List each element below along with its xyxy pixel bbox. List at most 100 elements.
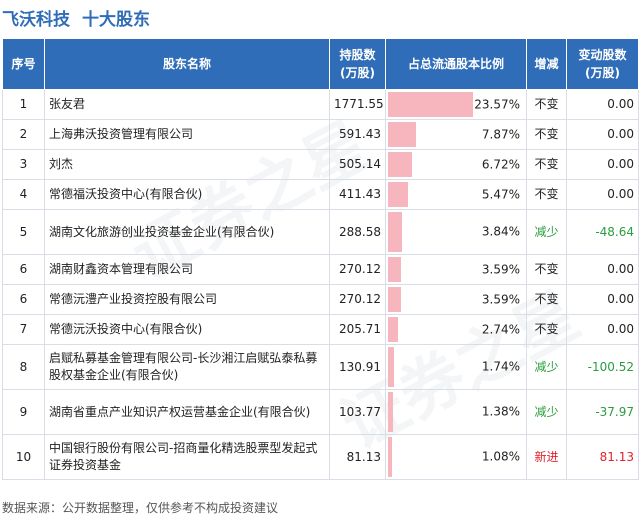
col-header-ratio: 占总流通股本比例 xyxy=(385,38,527,90)
delta-shares: 0.00 xyxy=(566,119,639,150)
shares-cell: 270.12 xyxy=(329,254,386,285)
col-header-name: 股东名称 xyxy=(44,38,330,90)
ratio-value: 1.74% xyxy=(481,359,520,374)
ratio-value: 6.72% xyxy=(481,157,520,171)
col-header-delta: 变动股数 (万股) xyxy=(566,38,639,90)
table-row: 10 中国银行股份有限公司-招商量化精选股票型发起式证券投资基金 81.13 1.08… xyxy=(2,434,639,480)
holder-name-cell: 湖南财鑫资本管理有限公司 xyxy=(44,254,330,285)
rank-cell: 7 xyxy=(2,314,45,345)
ratio-cell: 1.74% xyxy=(385,344,527,390)
delta-shares: 0.00 xyxy=(566,89,639,120)
shares-cell: 130.91 xyxy=(329,344,386,390)
table-row: 7 常德沅沃投资中心(有限合伙) 205.71 2.74% 不变 0.00 xyxy=(2,314,639,345)
change-status: 减少 xyxy=(526,389,567,435)
rank-cell: 5 xyxy=(2,209,45,255)
rank-cell: 9 xyxy=(2,389,45,435)
ratio-bar xyxy=(388,92,473,117)
ratio-value: 2.74% xyxy=(481,322,520,336)
shares-cell: 591.43 xyxy=(329,119,386,150)
holder-name-cell: 上海弗沃投资管理有限公司 xyxy=(44,119,330,150)
table-row: 6 常德沅澧产业投资控股有限公司 270.12 3.59% 不变 0.00 xyxy=(2,284,639,315)
table-row: 4 常德福沃投资中心(有限合伙) 411.43 5.47% 不变 0.00 xyxy=(2,179,639,210)
delta-shares: 0.00 xyxy=(566,179,639,210)
ratio-bar xyxy=(388,152,413,177)
ratio-value: 5.47% xyxy=(481,187,520,201)
table-row: 5 湖南文化旅游创业投资基金企业(有限合伙) 288.58 3.84% 减少 -48.64 xyxy=(2,209,639,255)
ratio-value: 3.59% xyxy=(481,262,520,276)
ratio-cell: 5.47% xyxy=(385,179,527,210)
change-status: 不变 xyxy=(526,119,567,150)
ratio-cell: 1.38% xyxy=(385,389,527,435)
table-row: 8 启赋私募基金管理有限公司-长沙湘江启赋弘泰私募股权基金企业(有限合伙) 130.… xyxy=(2,344,639,390)
holder-name-cell: 湖南省重点产业知识产权运营基金企业(有限合伙) xyxy=(44,389,330,435)
shares-cell: 288.58 xyxy=(329,209,386,255)
ratio-value: 3.84% xyxy=(481,224,520,239)
rank-cell: 4 xyxy=(2,179,45,210)
shares-cell: 81.13 xyxy=(329,434,386,480)
table-header-row: 序号 股东名称 持股数 (万股) 占总流通股本比例 增减 变动股数 (万股) xyxy=(2,38,639,90)
ratio-bar xyxy=(388,437,392,477)
ratio-cell: 23.57% xyxy=(385,89,527,120)
delta-shares: 0.00 xyxy=(566,284,639,315)
holder-name-cell: 常德沅沃投资中心(有限合伙) xyxy=(44,314,330,345)
ratio-cell: 3.59% xyxy=(385,254,527,285)
ratio-bar xyxy=(388,182,408,207)
data-source-note: 数据来源：公开数据整理，仅供参考不构成投资建议 xyxy=(2,501,279,515)
rank-cell: 1 xyxy=(2,89,45,120)
change-status: 减少 xyxy=(526,209,567,255)
holder-name-cell: 常德福沃投资中心(有限合伙) xyxy=(44,179,330,210)
rank-cell: 2 xyxy=(2,119,45,150)
title-row: 飞沃科技 十大股东 xyxy=(2,4,150,30)
table-row: 9 湖南省重点产业知识产权运营基金企业(有限合伙) 103.77 1.38% 减少 -37… xyxy=(2,389,639,435)
holder-name-cell: 启赋私募基金管理有限公司-长沙湘江启赋弘泰私募股权基金企业(有限合伙) xyxy=(44,344,330,390)
change-status: 不变 xyxy=(526,284,567,315)
change-status: 不变 xyxy=(526,89,567,120)
ratio-bar xyxy=(388,392,393,432)
ratio-cell: 7.87% xyxy=(385,119,527,150)
delta-shares: 0.00 xyxy=(566,254,639,285)
col-header-shares: 持股数 (万股) xyxy=(329,38,386,90)
ratio-value: 7.87% xyxy=(481,127,520,141)
ratio-cell: 2.74% xyxy=(385,314,527,345)
delta-shares: 0.00 xyxy=(566,149,639,180)
rank-cell: 8 xyxy=(2,344,45,390)
table-row: 3 刘杰 505.14 6.72% 不变 0.00 xyxy=(2,149,639,180)
ratio-value: 1.38% xyxy=(481,404,520,419)
shares-cell: 205.71 xyxy=(329,314,386,345)
holder-name-cell: 中国银行股份有限公司-招商量化精选股票型发起式证券投资基金 xyxy=(44,434,330,480)
col-header-change: 增减 xyxy=(526,38,567,90)
change-status: 新进 xyxy=(526,434,567,480)
ratio-value: 23.57% xyxy=(474,97,520,111)
change-status: 不变 xyxy=(526,179,567,210)
table-row: 2 上海弗沃投资管理有限公司 591.43 7.87% 不变 0.00 xyxy=(2,119,639,150)
holder-name-cell: 张友君 xyxy=(44,89,330,120)
col-header-rank: 序号 xyxy=(2,38,45,90)
change-status: 不变 xyxy=(526,314,567,345)
ratio-cell: 3.84% xyxy=(385,209,527,255)
change-status: 不变 xyxy=(526,254,567,285)
ratio-bar xyxy=(388,257,401,282)
shares-cell: 411.43 xyxy=(329,179,386,210)
ratio-cell: 3.59% xyxy=(385,284,527,315)
shares-cell: 505.14 xyxy=(329,149,386,180)
ratio-bar xyxy=(388,347,395,387)
delta-shares: -48.64 xyxy=(566,209,639,255)
delta-shares: 0.00 xyxy=(566,314,639,345)
holder-name-cell: 常德沅澧产业投资控股有限公司 xyxy=(44,284,330,315)
page-title: 十大股东 xyxy=(82,9,150,30)
delta-shares: -100.52 xyxy=(566,344,639,390)
rank-cell: 6 xyxy=(2,284,45,315)
ratio-bar xyxy=(388,212,402,252)
delta-shares: -37.97 xyxy=(566,389,639,435)
ratio-bar xyxy=(388,122,417,147)
holder-name-cell: 刘杰 xyxy=(44,149,330,180)
rank-cell: 6 xyxy=(2,254,45,285)
ratio-cell: 6.72% xyxy=(385,149,527,180)
ratio-cell: 1.08% xyxy=(385,434,527,480)
ratio-bar xyxy=(388,287,401,312)
ratio-bar xyxy=(388,317,398,342)
shareholder-table: 序号 股东名称 持股数 (万股) 占总流通股本比例 增减 变动股数 (万股) 1 张友… xyxy=(2,38,639,480)
rank-cell: 10 xyxy=(2,434,45,480)
ratio-value: 3.59% xyxy=(481,292,520,306)
shares-cell: 270.12 xyxy=(329,284,386,315)
